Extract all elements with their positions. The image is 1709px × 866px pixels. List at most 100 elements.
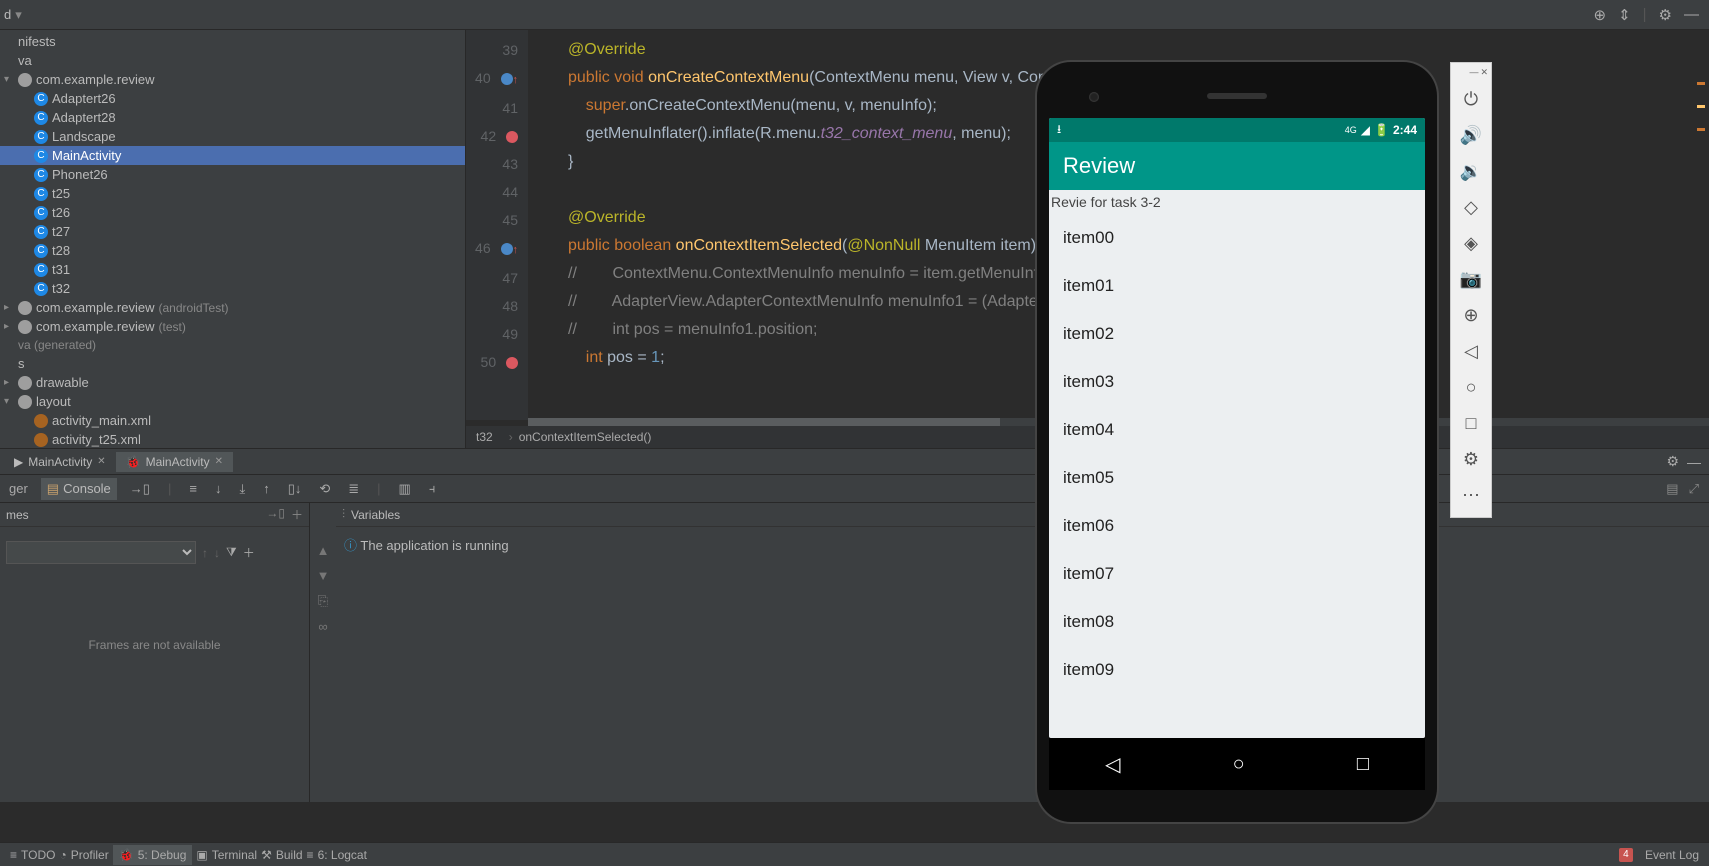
status-5-debug[interactable]: 🐞5: Debug	[113, 845, 193, 865]
camera-icon[interactable]: 📷	[1454, 261, 1488, 297]
step-out-icon[interactable]: ↑	[258, 479, 275, 498]
breadcrumb-0[interactable]: t32	[476, 430, 493, 444]
evaluate-icon[interactable]: ≣	[343, 479, 364, 499]
debugger-tab-label[interactable]: ger	[4, 479, 33, 498]
status-build[interactable]: ⚒Build	[261, 845, 302, 865]
home-icon[interactable]: ○	[1454, 369, 1488, 405]
tree-item-t26[interactable]: Ct26	[0, 203, 465, 222]
next-frame-icon[interactable]: ↓	[214, 546, 220, 560]
force-step-icon[interactable]: ⤓	[234, 479, 250, 499]
tree-item-landscape[interactable]: CLandscape	[0, 127, 465, 146]
thread-selector[interactable]	[6, 541, 196, 564]
close-icon[interactable]: ✕	[97, 456, 105, 467]
step-into-icon[interactable]: ↓	[210, 479, 227, 498]
tree-item-com-example-review[interactable]: ▸com.example.review (test)	[0, 317, 465, 336]
status-todo[interactable]: ≡TODO	[10, 845, 55, 865]
list-item[interactable]: item03	[1049, 358, 1425, 406]
pin-icon[interactable]: →▯	[266, 506, 285, 523]
down-icon[interactable]: ▼	[317, 568, 330, 583]
minimize-icon[interactable]: —	[1687, 454, 1701, 470]
tree-item-com-example-review[interactable]: ▸com.example.review (androidTest)	[0, 298, 465, 317]
list-item[interactable]: item07	[1049, 550, 1425, 598]
list-item[interactable]: item08	[1049, 598, 1425, 646]
tree-item-t32[interactable]: Ct32	[0, 279, 465, 298]
status-terminal[interactable]: ▣Terminal	[196, 845, 257, 865]
filter-icon[interactable]: ⧩	[226, 545, 237, 560]
tree-item-adaptert28[interactable]: CAdaptert28	[0, 108, 465, 127]
tree-item-activity-main-xml[interactable]: activity_main.xml	[0, 411, 465, 430]
add-frame-icon[interactable]: ＋	[243, 544, 255, 561]
zoom-icon[interactable]: ⊕	[1454, 297, 1488, 333]
run-tab-0[interactable]: ▶ MainActivity ✕	[4, 452, 116, 472]
tree-item-drawable[interactable]: ▸drawable	[0, 373, 465, 392]
tree-label: Adaptert26	[52, 91, 116, 106]
tree-item-t25[interactable]: Ct25	[0, 184, 465, 203]
tree-item-adaptert26[interactable]: CAdaptert26	[0, 89, 465, 108]
settings-icon[interactable]: ⚙	[1454, 441, 1488, 477]
tree-item-com-example-review[interactable]: ▾com.example.review	[0, 70, 465, 89]
more-icon[interactable]: ⋯	[1454, 477, 1488, 513]
layout-icon[interactable]: ▥	[394, 479, 416, 499]
minimize-icon[interactable]: —	[1684, 6, 1699, 23]
settings-icon[interactable]: ⫞	[424, 479, 441, 499]
copy-icon[interactable]: ⎘	[318, 593, 328, 609]
volume-up-icon[interactable]: 🔊	[1454, 117, 1488, 153]
collapse-icon[interactable]: ⇕	[1618, 6, 1631, 24]
tree-item-t27[interactable]: Ct27	[0, 222, 465, 241]
recents-icon[interactable]: □	[1357, 753, 1369, 776]
tree-item-s[interactable]: s	[0, 354, 465, 373]
review-list[interactable]: item00item01item02item03item04item05item…	[1049, 214, 1425, 738]
tree-item-activity-t25-xml[interactable]: activity_t25.xml	[0, 430, 465, 448]
tree-item-phonet26[interactable]: CPhonet26	[0, 165, 465, 184]
run-tab-1[interactable]: 🐞 MainActivity ✕	[116, 452, 233, 472]
phone-screen[interactable]: ⭳ 4G ◢ 🔋 2:44 Review Revie for task 3-2 …	[1049, 118, 1425, 738]
tree-item-mainactivity[interactable]: CMainActivity	[0, 146, 465, 165]
layout-toggle-icon[interactable]: ▤	[1666, 481, 1678, 497]
event-log-button[interactable]: Event Log	[1645, 848, 1699, 862]
console-tab[interactable]: ▤ Console	[41, 478, 117, 500]
home-icon[interactable]: ○	[1233, 753, 1245, 776]
tree-item-va[interactable]: va	[0, 51, 465, 70]
back-icon[interactable]: ◁	[1105, 752, 1120, 777]
breadcrumb-1[interactable]: onContextItemSelected()	[503, 430, 652, 444]
run-to-cursor-icon[interactable]: ▯↓	[283, 479, 307, 499]
error-count-badge[interactable]: 4	[1619, 848, 1633, 862]
step-toggle-icon[interactable]: →▯	[125, 479, 155, 499]
list-item[interactable]: item06	[1049, 502, 1425, 550]
view-mode-dropdown[interactable]: d	[4, 7, 22, 23]
list-item[interactable]: item02	[1049, 310, 1425, 358]
drop-frame-icon[interactable]: ⟲	[314, 479, 335, 499]
step-over-icon[interactable]: ≡	[184, 479, 202, 498]
power-icon[interactable]: ⏻	[1454, 81, 1488, 117]
tree-item-t31[interactable]: Ct31	[0, 260, 465, 279]
target-icon[interactable]: ⊕	[1593, 6, 1606, 24]
tree-item-va-generated-[interactable]: va (generated)	[0, 336, 465, 354]
rotate-left-icon[interactable]: ◇	[1454, 189, 1488, 225]
tree-item-layout[interactable]: ▾layout	[0, 392, 465, 411]
volume-down-icon[interactable]: 🔉	[1454, 153, 1488, 189]
status-6-logcat[interactable]: ≡6: Logcat	[307, 845, 367, 865]
gear-icon[interactable]: ⚙	[1666, 453, 1679, 470]
tree-item-nifests[interactable]: nifests	[0, 32, 465, 51]
prev-frame-icon[interactable]: ↑	[202, 546, 208, 560]
editor-gutter[interactable]: 3940 ↑4142 43444546 ↑47484950	[466, 30, 528, 420]
debug-pane-tool-icons[interactable]: ⚙ —	[1666, 453, 1709, 470]
back-icon[interactable]: ◁	[1454, 333, 1488, 369]
overview-icon[interactable]: □	[1454, 405, 1488, 441]
window-minimize-icon[interactable]: —	[1469, 67, 1478, 81]
list-item[interactable]: item05	[1049, 454, 1425, 502]
add-icon[interactable]: ＋	[291, 506, 303, 523]
window-close-icon[interactable]: ✕	[1480, 67, 1488, 81]
rotate-right-icon[interactable]: ◈	[1454, 225, 1488, 261]
list-item[interactable]: item04	[1049, 406, 1425, 454]
list-item[interactable]: item09	[1049, 646, 1425, 694]
up-icon[interactable]: ▲	[317, 543, 330, 558]
list-item[interactable]: item01	[1049, 262, 1425, 310]
link-icon[interactable]: ∞	[318, 619, 327, 634]
tree-item-t28[interactable]: Ct28	[0, 241, 465, 260]
close-icon[interactable]: ✕	[215, 456, 223, 467]
restore-icon[interactable]: ⤢	[1689, 481, 1699, 497]
status-profiler[interactable]: ◔Profiler	[59, 845, 108, 865]
gear-icon[interactable]: ⚙	[1659, 6, 1672, 24]
list-item[interactable]: item00	[1049, 214, 1425, 262]
